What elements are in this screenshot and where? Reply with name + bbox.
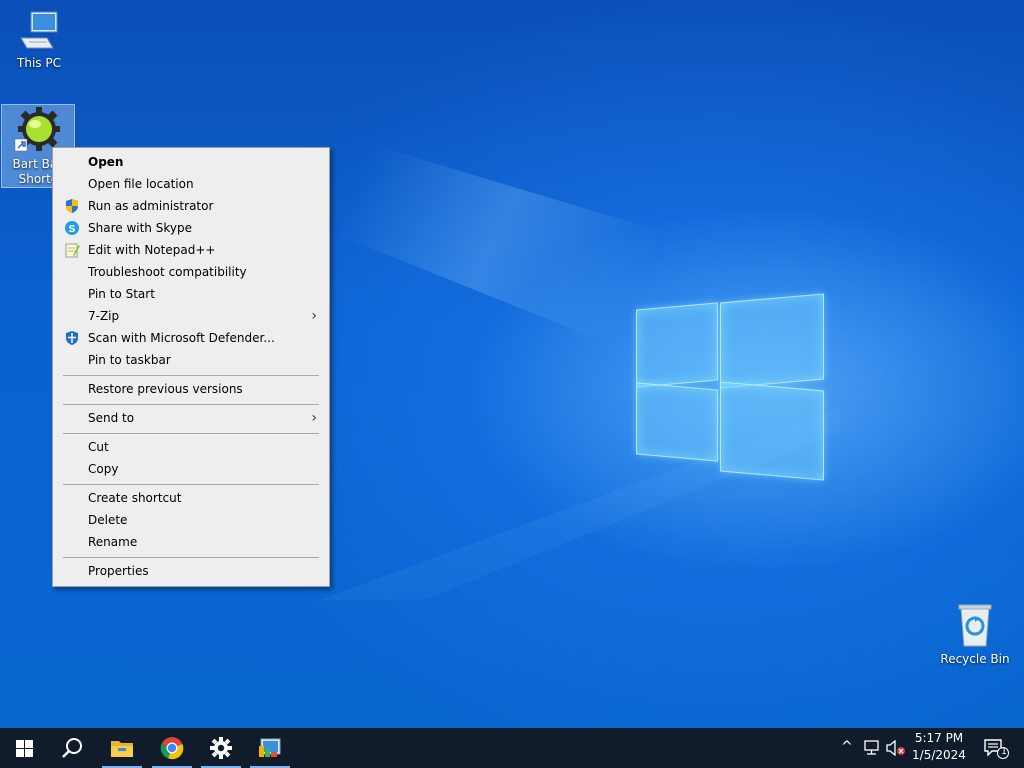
menu-item-edit-with-notepadpp[interactable]: Edit with Notepad++: [55, 239, 327, 261]
clock-date: 1/5/2024: [912, 748, 966, 762]
control-panel-icon: [259, 738, 281, 757]
settings-icon: [210, 737, 232, 759]
menu-item-restore-previous-versions[interactable]: Restore previous versions: [55, 378, 327, 400]
clock-time: 5:17 PM: [914, 731, 964, 745]
notepadpp-icon: [65, 243, 80, 258]
menu-item-cut[interactable]: Cut: [55, 436, 327, 458]
menu-item-pin-to-taskbar[interactable]: Pin to taskbar: [55, 349, 327, 371]
this-pc-shortcut[interactable]: This PC: [3, 8, 75, 71]
file-explorer-button[interactable]: [98, 728, 146, 768]
menu-separator: [63, 433, 319, 434]
control-panel-button[interactable]: [246, 728, 294, 768]
menu-separator: [63, 404, 319, 405]
desktop[interactable]: This PC Bart Bas Shortc Recycle Bin Open…: [0, 0, 1024, 728]
taskbar: ^ 5:17 PM 1/5/2024 1: [0, 728, 1024, 768]
menu-item-share-with-skype[interactable]: S Share with Skype: [55, 217, 327, 239]
notification-count-badge: 1: [1001, 747, 1007, 757]
computer-icon: [20, 11, 58, 49]
skype-icon: S: [65, 221, 79, 235]
menu-item-rename[interactable]: Rename: [55, 531, 327, 553]
network-button[interactable]: [860, 728, 882, 768]
menu-item-troubleshoot-compatibility[interactable]: Troubleshoot compatibility: [55, 261, 327, 283]
menu-item-pin-to-start[interactable]: Pin to Start: [55, 283, 327, 305]
menu-item-copy[interactable]: Copy: [55, 458, 327, 480]
start-button[interactable]: [0, 728, 48, 768]
settings-button[interactable]: [197, 728, 245, 768]
svg-text:S: S: [68, 224, 75, 235]
chrome-icon: [160, 737, 184, 760]
windows-logo-wallpaper: [636, 290, 824, 481]
menu-item-properties[interactable]: Properties: [55, 560, 327, 582]
volume-muted-icon: [886, 740, 905, 756]
menu-item-scan-with-defender[interactable]: Scan with Microsoft Defender...: [55, 327, 327, 349]
menu-separator: [63, 375, 319, 376]
menu-item-7zip[interactable]: 7-Zip ›: [55, 305, 327, 327]
menu-item-delete[interactable]: Delete: [55, 509, 327, 531]
menu-item-send-to[interactable]: Send to ›: [55, 407, 327, 429]
menu-item-open[interactable]: Open: [55, 151, 327, 173]
recycle-bin-label: Recycle Bin: [940, 652, 1010, 666]
menu-item-open-file-location[interactable]: Open file location: [55, 173, 327, 195]
menu-item-create-shortcut[interactable]: Create shortcut: [55, 487, 327, 509]
defender-icon: [66, 331, 78, 345]
menu-separator: [63, 557, 319, 558]
show-hidden-icons-button[interactable]: ^: [838, 728, 856, 768]
context-menu: Open Open file location Run as administr…: [52, 147, 330, 587]
network-icon: [864, 740, 879, 755]
chrome-button[interactable]: [148, 728, 196, 768]
start-icon: [16, 740, 33, 757]
search-icon: [62, 738, 82, 758]
this-pc-label: This PC: [17, 56, 61, 70]
file-explorer-icon: [111, 741, 133, 757]
chevron-up-icon: ^: [841, 739, 853, 755]
chevron-right-icon: ›: [311, 308, 317, 324]
recycle-bin-shortcut[interactable]: Recycle Bin: [939, 602, 1011, 667]
action-center-button[interactable]: 1: [980, 728, 1016, 768]
menu-separator: [63, 484, 319, 485]
volume-button[interactable]: [884, 728, 906, 768]
chevron-right-icon: ›: [311, 410, 317, 426]
menu-item-run-as-administrator[interactable]: Run as administrator: [55, 195, 327, 217]
recycle-bin-icon: [958, 604, 992, 647]
clock[interactable]: 5:17 PM 1/5/2024: [904, 730, 974, 764]
shield-icon: [66, 199, 78, 213]
search-button[interactable]: [48, 728, 96, 768]
